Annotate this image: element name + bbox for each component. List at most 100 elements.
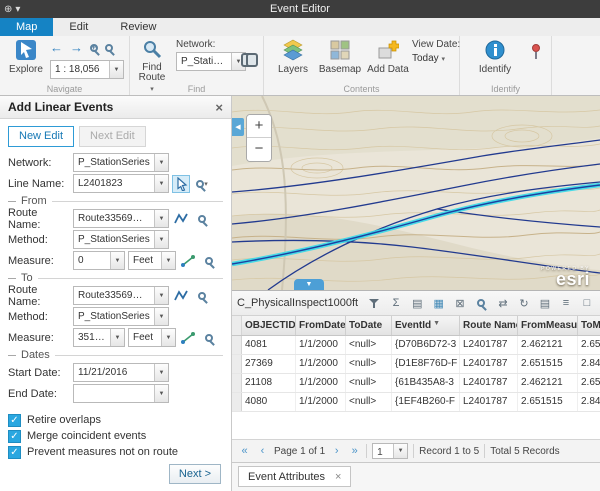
zoom-out-icon[interactable] (105, 44, 113, 52)
from-method-select[interactable]: P_StationSeries ▼ (73, 230, 169, 249)
explore-button[interactable]: Explore (6, 39, 46, 75)
start-date-caret-icon[interactable]: ▼ (154, 364, 168, 381)
export-table-icon[interactable]: ▤ (537, 295, 553, 311)
column-header-fromdate[interactable]: FromDate (296, 316, 346, 335)
to-unit-caret-icon[interactable]: ▼ (161, 329, 175, 346)
map-canvas[interactable]: ◀ + − ▼ POWERED BY esri (232, 96, 600, 290)
tab-event-attributes[interactable]: Event Attributes × (238, 466, 351, 487)
row-handle[interactable] (232, 336, 242, 354)
view-date-value[interactable]: Today ▾ (412, 53, 456, 64)
filter-icon[interactable] (367, 295, 382, 311)
next-page-icon[interactable]: › (330, 445, 343, 457)
line-name-select[interactable]: L2401823 ▼ (73, 174, 169, 193)
line-name-caret-icon[interactable]: ▼ (154, 175, 168, 192)
refresh-icon[interactable]: ↻ (516, 295, 532, 311)
layers-button[interactable]: Layers (272, 39, 314, 75)
page-size-caret-icon[interactable]: ▼ (393, 444, 407, 458)
previous-extent-icon[interactable]: ← (50, 41, 63, 55)
merge-coincident-checkbox[interactable]: ✓ Merge coincident events (8, 428, 223, 444)
to-route-network-icon[interactable] (172, 287, 190, 305)
row-handle[interactable] (232, 393, 242, 411)
from-unit-select[interactable]: Feet ▼ (128, 251, 176, 270)
to-measure-tool-icon[interactable] (179, 329, 197, 347)
last-page-icon[interactable]: » (348, 445, 361, 457)
to-measure-caret-icon[interactable]: ▼ (110, 329, 124, 346)
tab-edit[interactable]: Edit (53, 18, 104, 36)
tab-close-icon[interactable]: × (335, 471, 341, 483)
from-route-caret-icon[interactable]: ▼ (154, 210, 168, 227)
add-data-button[interactable]: Add Data (366, 39, 410, 75)
prevent-measures-checkbox[interactable]: ✓ Prevent measures not on route (8, 444, 223, 460)
from-route-select[interactable]: Route33569@Cent ▼ (73, 209, 169, 228)
table-row[interactable]: 21108 1/1/2000 <null> {61B435A8-3 L24017… (232, 374, 600, 393)
network-combobox[interactable]: P_StationSeries ▼ (176, 52, 246, 71)
switch-selection-icon[interactable]: ⇄ (495, 295, 511, 311)
options-menu-icon[interactable]: ≡ (558, 295, 574, 311)
new-edit-button[interactable]: New Edit (8, 126, 74, 147)
end-date-input[interactable]: ▼ (73, 384, 169, 403)
from-measure-input[interactable]: 0 ▼ (73, 251, 125, 270)
next-extent-icon[interactable]: → (70, 41, 83, 55)
prev-page-icon[interactable]: ‹ (256, 445, 269, 457)
column-header-objectid[interactable]: OBJECTID (242, 316, 296, 335)
from-route-zoom-icon[interactable] (193, 210, 211, 228)
clear-selection-icon[interactable]: ⊠ (452, 295, 467, 311)
network-select[interactable]: P_StationSeries ▼ (73, 153, 169, 172)
maximize-grid-icon[interactable]: □ (579, 295, 595, 311)
next-button[interactable]: Next > (169, 464, 221, 484)
column-header-routename[interactable]: Route Name (460, 316, 518, 335)
table-row[interactable]: 4080 1/1/2000 <null> {1EF4B260-F L240178… (232, 393, 600, 412)
basemap-button[interactable]: Basemap (318, 39, 362, 75)
row-handle[interactable] (232, 355, 242, 373)
from-method-caret-icon[interactable]: ▼ (154, 231, 168, 248)
statistics-icon[interactable]: Σ (388, 295, 403, 311)
map-zoom-in-button[interactable]: + (247, 115, 271, 138)
to-method-select[interactable]: P_StationSeries ▼ (73, 307, 169, 326)
from-unit-caret-icon[interactable]: ▼ (161, 252, 175, 269)
to-unit-select[interactable]: Feet ▼ (128, 328, 176, 347)
start-date-input[interactable]: 11/21/2016 ▼ (73, 363, 169, 382)
map-zoom-out-button[interactable]: − (247, 138, 271, 161)
line-zoom-icon[interactable]: ▾ (193, 175, 211, 193)
row-handle[interactable] (232, 374, 242, 392)
network-select-caret-icon[interactable]: ▼ (154, 154, 168, 171)
selected-records-icon[interactable]: ▦ (431, 295, 446, 311)
retire-overlaps-checkbox[interactable]: ✓ Retire overlaps (8, 412, 223, 428)
tab-review[interactable]: Review (104, 18, 172, 36)
to-route-caret-icon[interactable]: ▼ (154, 287, 168, 304)
from-route-network-icon[interactable] (172, 210, 190, 228)
from-measure-tool-icon[interactable] (179, 252, 197, 270)
view-date-caret-icon[interactable]: ▾ (441, 56, 445, 63)
to-measure-input[interactable]: 351.75 ▼ (73, 328, 125, 347)
column-header-tomeasure[interactable]: ToMea (578, 316, 600, 335)
column-header-eventid[interactable]: EventId ▼ (392, 316, 460, 335)
sort-caret-icon[interactable]: ▼ (433, 320, 440, 327)
zoom-in-icon[interactable] (90, 44, 98, 52)
scale-dropdown-icon[interactable]: ▼ (109, 61, 123, 78)
to-method-caret-icon[interactable]: ▼ (154, 308, 168, 325)
identify-button[interactable]: Identify (474, 39, 516, 75)
collapse-panel-arrow[interactable]: ◀ (232, 118, 244, 136)
grid-splitter-collapse[interactable]: ▼ (294, 279, 324, 290)
table-row[interactable]: 27369 1/1/2000 <null> {D1E8F76D-F L24017… (232, 355, 600, 374)
first-page-icon[interactable]: « (238, 445, 251, 457)
binoculars-icon[interactable] (241, 53, 258, 64)
from-measure-zoom-icon[interactable] (200, 252, 218, 270)
zoom-to-selection-icon[interactable] (474, 295, 489, 311)
to-measure-zoom-icon[interactable] (200, 329, 218, 347)
to-route-select[interactable]: Route33569@Cent ▼ (73, 286, 169, 305)
page-size-select[interactable]: 1 ▼ (372, 443, 408, 459)
scale-combobox[interactable]: 1 : 18,056 ▼ (50, 60, 124, 79)
column-header-todate[interactable]: ToDate (346, 316, 392, 335)
table-row[interactable]: 4081 1/1/2000 <null> {D70B6D72-3 L240178… (232, 336, 600, 355)
column-header-frommeasure[interactable]: FromMeasure (518, 316, 578, 335)
tab-map[interactable]: Map (0, 18, 53, 36)
pin-tool-icon[interactable] (529, 44, 543, 60)
attribute-table-icon[interactable]: ▤ (410, 295, 425, 311)
next-edit-button[interactable]: Next Edit (79, 126, 146, 147)
panel-close-icon[interactable]: × (215, 101, 223, 114)
to-route-zoom-icon[interactable] (193, 287, 211, 305)
from-measure-caret-icon[interactable]: ▼ (110, 252, 124, 269)
end-date-caret-icon[interactable]: ▼ (154, 385, 168, 402)
select-line-on-map-icon[interactable] (172, 175, 190, 193)
